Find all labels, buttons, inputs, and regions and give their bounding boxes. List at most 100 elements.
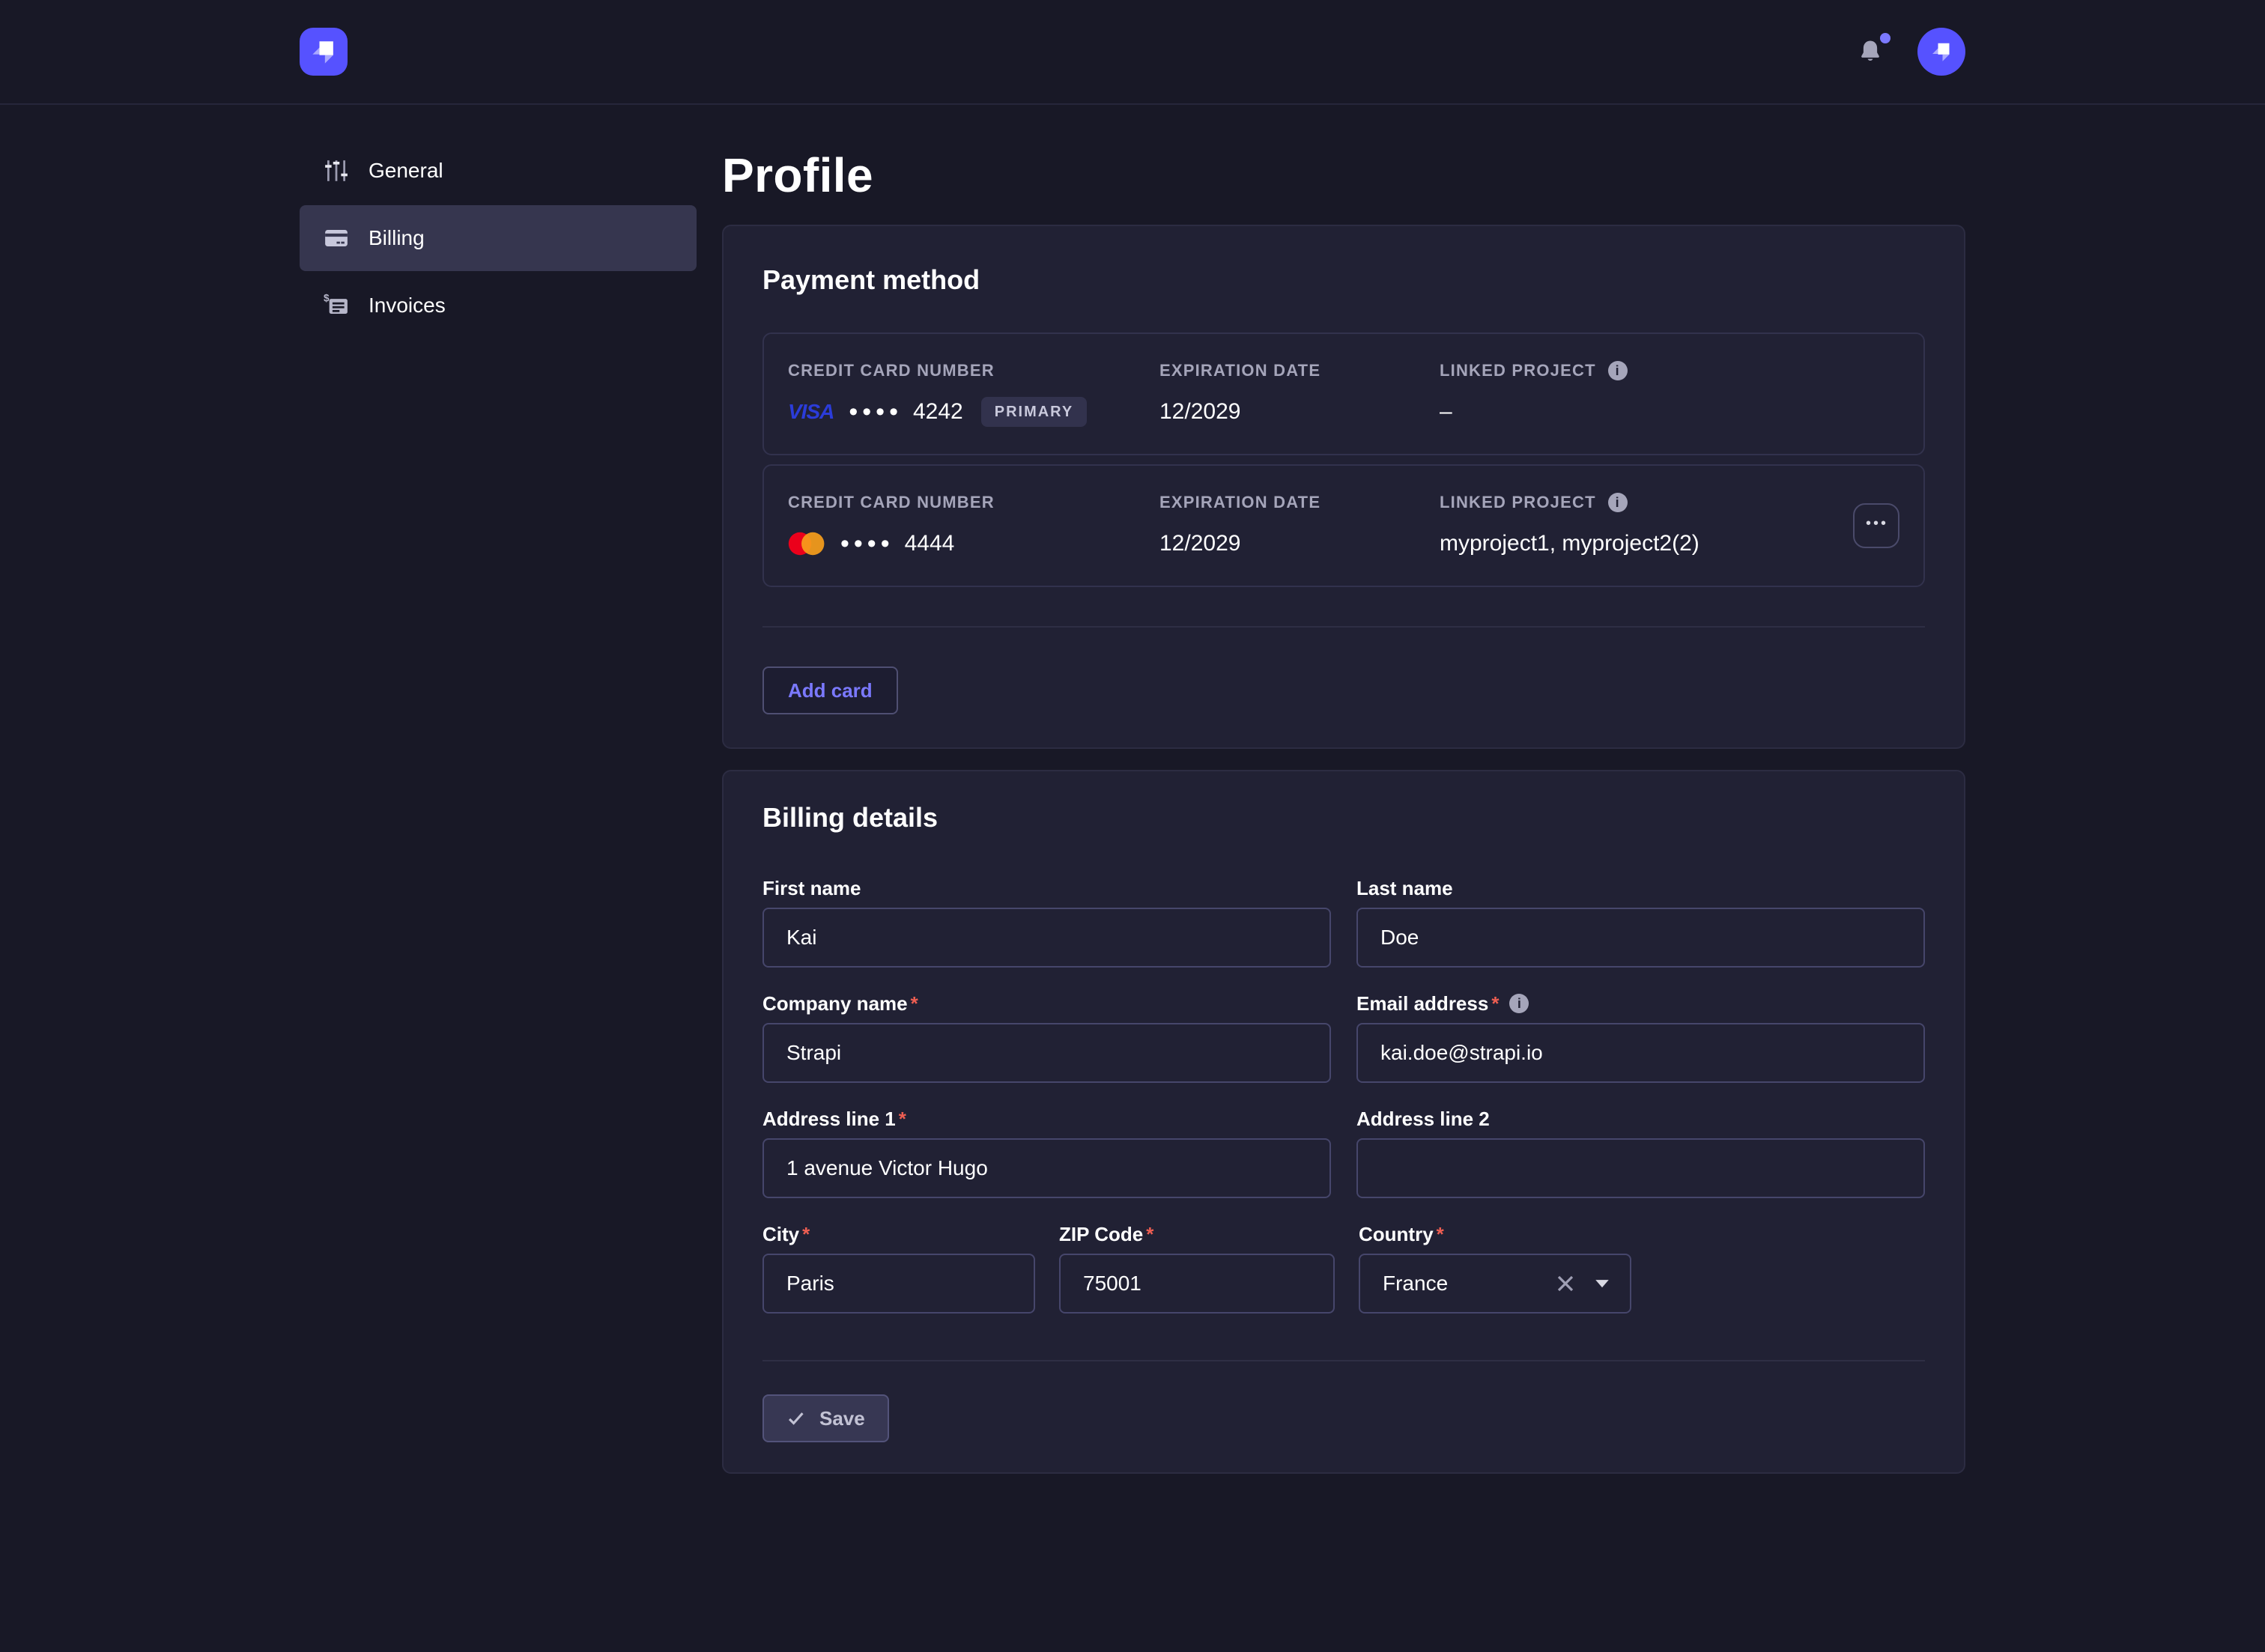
- city-input[interactable]: [762, 1254, 1035, 1314]
- strapi-mark-icon: [307, 35, 340, 68]
- payment-method-title: Payment method: [762, 262, 1925, 298]
- close-icon: [1556, 1275, 1574, 1293]
- field-label-text: Last name: [1356, 876, 1453, 900]
- save-button-label: Save: [819, 1407, 865, 1430]
- sliders-icon: [324, 158, 349, 183]
- required-asterisk: *: [899, 1107, 906, 1131]
- sidebar-item-label: General: [369, 159, 443, 183]
- dropdown-toggle-button[interactable]: [1594, 1278, 1610, 1289]
- credit-card-icon: [324, 225, 349, 251]
- address-line1-label: Address line 1 *: [762, 1107, 1331, 1131]
- check-icon: [786, 1409, 806, 1428]
- page-title: Profile: [722, 145, 1965, 205]
- sidebar-item-label: Invoices: [369, 294, 446, 318]
- cc-number-cell: CREDIT CARD NUMBER VISA •••• 4242 PRIMAR…: [788, 361, 1159, 427]
- field-label-text: Country: [1359, 1222, 1434, 1246]
- field-label-text: Email address: [1356, 991, 1488, 1015]
- form-divider: [762, 1360, 1925, 1361]
- country-field: Country * France: [1359, 1222, 1631, 1314]
- cc-expiration-label: EXPIRATION DATE: [1159, 493, 1440, 512]
- chevron-down-icon: [1594, 1278, 1610, 1289]
- add-card-button[interactable]: Add card: [762, 666, 898, 714]
- cc-expiration-label: EXPIRATION DATE: [1159, 361, 1440, 380]
- company-name-input[interactable]: [762, 1023, 1331, 1083]
- country-selected-value: France: [1383, 1272, 1556, 1296]
- masked-digits: ••••: [840, 533, 894, 554]
- strapi-mark-icon: [1928, 38, 1955, 65]
- address-line1-input[interactable]: [762, 1138, 1331, 1198]
- sidebar-item-label: Billing: [369, 226, 425, 250]
- section-divider: [762, 626, 1925, 628]
- settings-sidebar: General Billing $: [300, 138, 697, 338]
- page-layout: General Billing $: [0, 105, 2265, 1474]
- required-asterisk: *: [911, 991, 918, 1015]
- strapi-logo[interactable]: [300, 28, 348, 76]
- last-name-input[interactable]: [1356, 908, 1925, 968]
- clear-selection-button[interactable]: [1556, 1275, 1574, 1293]
- field-label-text: ZIP Code: [1059, 1222, 1143, 1246]
- primary-badge: PRIMARY: [981, 397, 1087, 427]
- card-menu-button[interactable]: •••: [1853, 503, 1899, 548]
- email-field: Email address * i: [1356, 991, 1925, 1083]
- bell-icon: [1858, 39, 1883, 64]
- address-line1-field: Address line 1 *: [762, 1107, 1331, 1198]
- zip-code-input[interactable]: [1059, 1254, 1335, 1314]
- cc-number-value: VISA •••• 4242 PRIMARY: [788, 397, 1159, 427]
- card-last4: 4242: [913, 397, 963, 427]
- cc-expiration-value: 12/2029: [1159, 529, 1440, 559]
- credit-card-row-visa: CREDIT CARD NUMBER VISA •••• 4242 PRIMAR…: [762, 332, 1925, 455]
- field-label-text: Company name: [762, 991, 908, 1015]
- cc-number-cell: CREDIT CARD NUMBER •••• 4444: [788, 493, 1159, 559]
- first-name-input[interactable]: [762, 908, 1331, 968]
- cc-expiration-cell: EXPIRATION DATE 12/2029: [1159, 361, 1440, 427]
- billing-details-card: Billing details First name Last name: [722, 770, 1965, 1474]
- city-zip-country-row: City * ZIP Code * Country *: [762, 1222, 1925, 1314]
- invoice-icon: $: [324, 293, 349, 318]
- info-icon[interactable]: i: [1608, 493, 1628, 512]
- cc-linked-label-text: LINKED PROJECT: [1440, 493, 1596, 512]
- user-avatar[interactable]: [1917, 28, 1965, 76]
- field-label-text: Address line 1: [762, 1107, 896, 1131]
- email-label: Email address * i: [1356, 991, 1925, 1015]
- company-name-field: Company name *: [762, 991, 1331, 1083]
- required-asterisk: *: [1437, 1222, 1444, 1246]
- sidebar-item-invoices[interactable]: $ Invoices: [300, 273, 697, 338]
- cc-linked-label: LINKED PROJECT i: [1440, 493, 1852, 512]
- info-icon[interactable]: i: [1608, 361, 1628, 380]
- billing-form-grid: First name Last name Company name *: [762, 876, 1925, 1198]
- cc-linked-value: –: [1440, 397, 1852, 427]
- country-select[interactable]: France: [1359, 1254, 1631, 1314]
- company-name-label: Company name *: [762, 991, 1331, 1015]
- credit-card-row-mastercard: CREDIT CARD NUMBER •••• 4444 EXPIRAT: [762, 464, 1925, 587]
- sidebar-item-general[interactable]: General: [300, 138, 697, 204]
- svg-text:$: $: [324, 293, 330, 303]
- last-name-label: Last name: [1356, 876, 1925, 900]
- city-label: City *: [762, 1222, 1035, 1246]
- topbar-actions: [1858, 28, 1965, 76]
- notifications-button[interactable]: [1858, 37, 1885, 66]
- save-button[interactable]: Save: [762, 1394, 889, 1442]
- card-last4: 4444: [905, 529, 955, 559]
- zip-code-label: ZIP Code *: [1059, 1222, 1335, 1246]
- email-input[interactable]: [1356, 1023, 1925, 1083]
- first-name-field: First name: [762, 876, 1331, 968]
- required-asterisk: *: [802, 1222, 810, 1246]
- zip-code-field: ZIP Code *: [1059, 1222, 1335, 1314]
- main-content: Profile Payment method CREDIT CARD NUMBE…: [722, 138, 1965, 1474]
- cc-number-label: CREDIT CARD NUMBER: [788, 493, 1159, 512]
- field-label-text: Address line 2: [1356, 1107, 1490, 1131]
- address-line2-input[interactable]: [1356, 1138, 1925, 1198]
- cc-linked-cell: LINKED PROJECT i –: [1440, 361, 1852, 427]
- cc-linked-cell: LINKED PROJECT i myproject1, myproject2(…: [1440, 493, 1852, 559]
- required-asterisk: *: [1491, 991, 1499, 1015]
- masked-digits: ••••: [849, 401, 903, 422]
- cc-number-label: CREDIT CARD NUMBER: [788, 361, 1159, 380]
- visa-logo: VISA: [788, 397, 834, 427]
- sidebar-item-billing[interactable]: Billing: [300, 205, 697, 271]
- country-label: Country *: [1359, 1222, 1631, 1246]
- info-icon[interactable]: i: [1509, 994, 1529, 1013]
- address-line2-label: Address line 2: [1356, 1107, 1925, 1131]
- cc-linked-value: myproject1, myproject2(2): [1440, 529, 1852, 559]
- cc-linked-label: LINKED PROJECT i: [1440, 361, 1852, 380]
- cc-number-value: •••• 4444: [788, 529, 1159, 559]
